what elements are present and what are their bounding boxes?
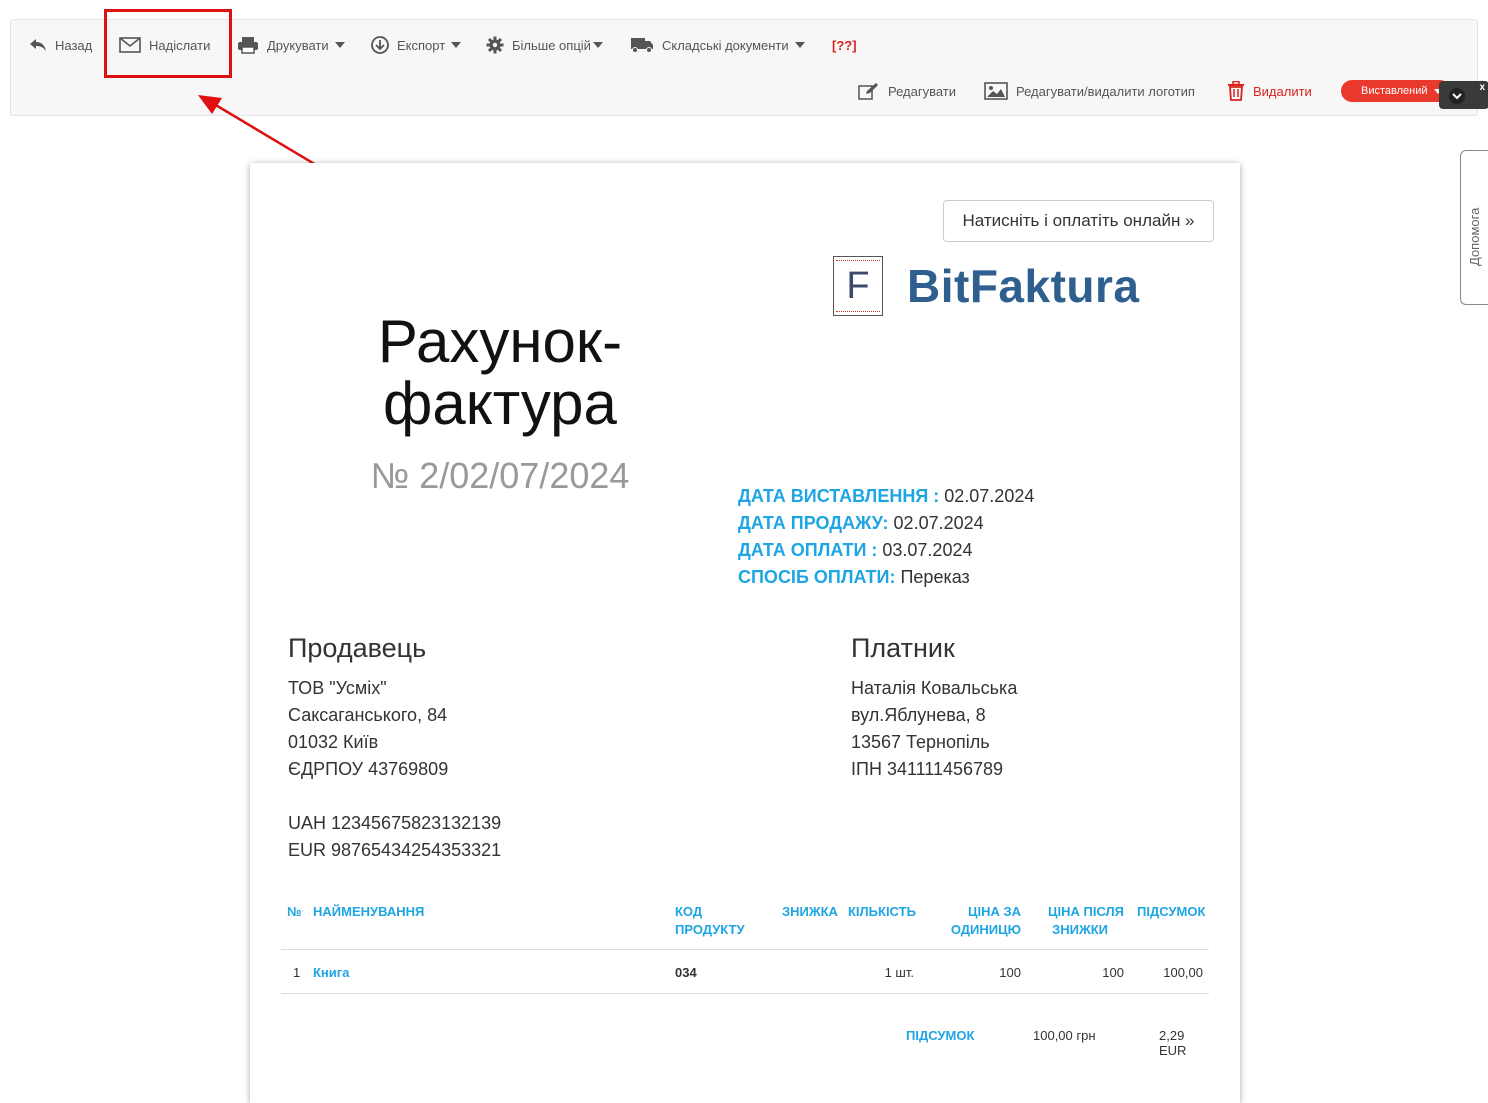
seller-line <box>288 783 501 810</box>
help-tab[interactable]: Допомога <box>1460 150 1488 305</box>
col-header-price-line: ЦІНА ЗА <box>967 904 1021 919</box>
help-tab-label: Допомога <box>1467 207 1482 266</box>
row-price: 100 <box>999 965 1021 980</box>
col-header-code-line: ПРОДУКТУ <box>675 922 745 937</box>
document-title: Рахунок-фактура <box>377 308 623 437</box>
payment-date-value: 03.07.2024 <box>877 540 973 560</box>
col-header-after-discount: ЦІНА ПІСЛЯ ЗНИЖКИ <box>1041 903 1124 939</box>
sale-date-value: 02.07.2024 <box>888 513 984 533</box>
seller-line: ЄДРПОУ 43769809 <box>288 759 449 779</box>
payment-method-row: СПОСІБ ОПЛАТИ: Переказ <box>738 564 1034 591</box>
col-header-no: № <box>287 904 302 919</box>
buyer-block: Платник Наталія Ковальська вул.Яблунева,… <box>851 631 1017 783</box>
seller-heading: Продавець <box>288 633 427 663</box>
col-header-qty: КІЛЬКІСТЬ <box>848 904 916 919</box>
buyer-line: вул.Яблунева, 8 <box>851 705 986 725</box>
buyer-line: Наталія Ковальська <box>851 678 1018 698</box>
col-header-after-line: ЗНИЖКИ <box>1052 922 1108 937</box>
seller-line: UAH 12345675823132139 <box>288 813 502 833</box>
row-qty: 1 шт. <box>884 965 914 980</box>
logo-mark: F <box>833 256 883 316</box>
seller-line: 01032 Київ <box>288 732 379 752</box>
payment-date-row: ДАТА ОПЛАТИ : 03.07.2024 <box>738 537 1034 564</box>
seller-block: Продавець ТОВ "Усміх" Саксаганського, 84… <box>288 631 501 864</box>
row-code: 034 <box>675 965 697 980</box>
row-total: 100,00 <box>1163 965 1203 980</box>
col-header-name: НАЙМЕНУВАННЯ <box>313 904 425 919</box>
issue-date-label: ДАТА ВИСТАВЛЕННЯ : <box>738 486 940 506</box>
sale-date-label: ДАТА ПРОДАЖУ: <box>738 513 889 533</box>
logo-text: BitFaktura <box>907 260 1140 312</box>
table-divider <box>281 949 1209 950</box>
col-header-total: ПІДСУМОК <box>1137 904 1206 919</box>
pay-online-button[interactable]: Натисніть і оплатіть онлайн » <box>943 200 1214 242</box>
col-header-price-line: ОДИНИЦЮ <box>950 922 1021 937</box>
col-header-price: ЦІНА ЗА ОДИНИЦЮ <box>941 903 1021 939</box>
summary-uah: 100,00 грн <box>1033 1028 1096 1043</box>
sale-date-row: ДАТА ПРОДАЖУ: 02.07.2024 <box>738 510 1034 537</box>
col-header-after-line: ЦІНА ПІСЛЯ <box>1048 904 1124 919</box>
company-logo: F BitFaktura <box>833 256 1139 316</box>
col-header-discount: ЗНИЖКА <box>782 904 838 919</box>
seller-line: ТОВ "Усміх" <box>288 678 387 698</box>
buyer-line: 13567 Тернопіль <box>851 732 990 752</box>
seller-line: Саксаганського, 84 <box>288 705 448 725</box>
issue-date-value: 02.07.2024 <box>939 486 1035 506</box>
col-header-code-line: КОД <box>675 904 703 919</box>
row-name-link[interactable]: Книга <box>313 965 349 980</box>
invoice-dates: ДАТА ВИСТАВЛЕННЯ : 02.07.2024 ДАТА ПРОДА… <box>738 483 1034 591</box>
payment-method-value: Переказ <box>895 567 970 587</box>
buyer-line: ІПН 341111456789 <box>851 759 1004 779</box>
invoice-number: № 2/02/07/2024 <box>370 455 630 496</box>
invoice-document: Натисніть і оплатіть онлайн » F BitFaktu… <box>250 163 1240 1103</box>
issue-date-row: ДАТА ВИСТАВЛЕННЯ : 02.07.2024 <box>738 483 1034 510</box>
col-header-code: КОД ПРОДУКТУ <box>675 903 745 939</box>
buyer-heading: Платник <box>851 633 955 663</box>
table-divider <box>281 993 1209 994</box>
row-after-discount: 100 <box>1102 965 1124 980</box>
payment-date-label: ДАТА ОПЛАТИ : <box>738 540 878 560</box>
payment-method-label: СПОСІБ ОПЛАТИ: <box>738 567 896 587</box>
summary-label: ПІДСУМОК <box>906 1028 975 1043</box>
seller-line: EUR 98765434254353321 <box>288 840 502 860</box>
summary-eur: 2,29 EUR <box>1159 1028 1187 1058</box>
row-no: 1 <box>293 965 301 980</box>
